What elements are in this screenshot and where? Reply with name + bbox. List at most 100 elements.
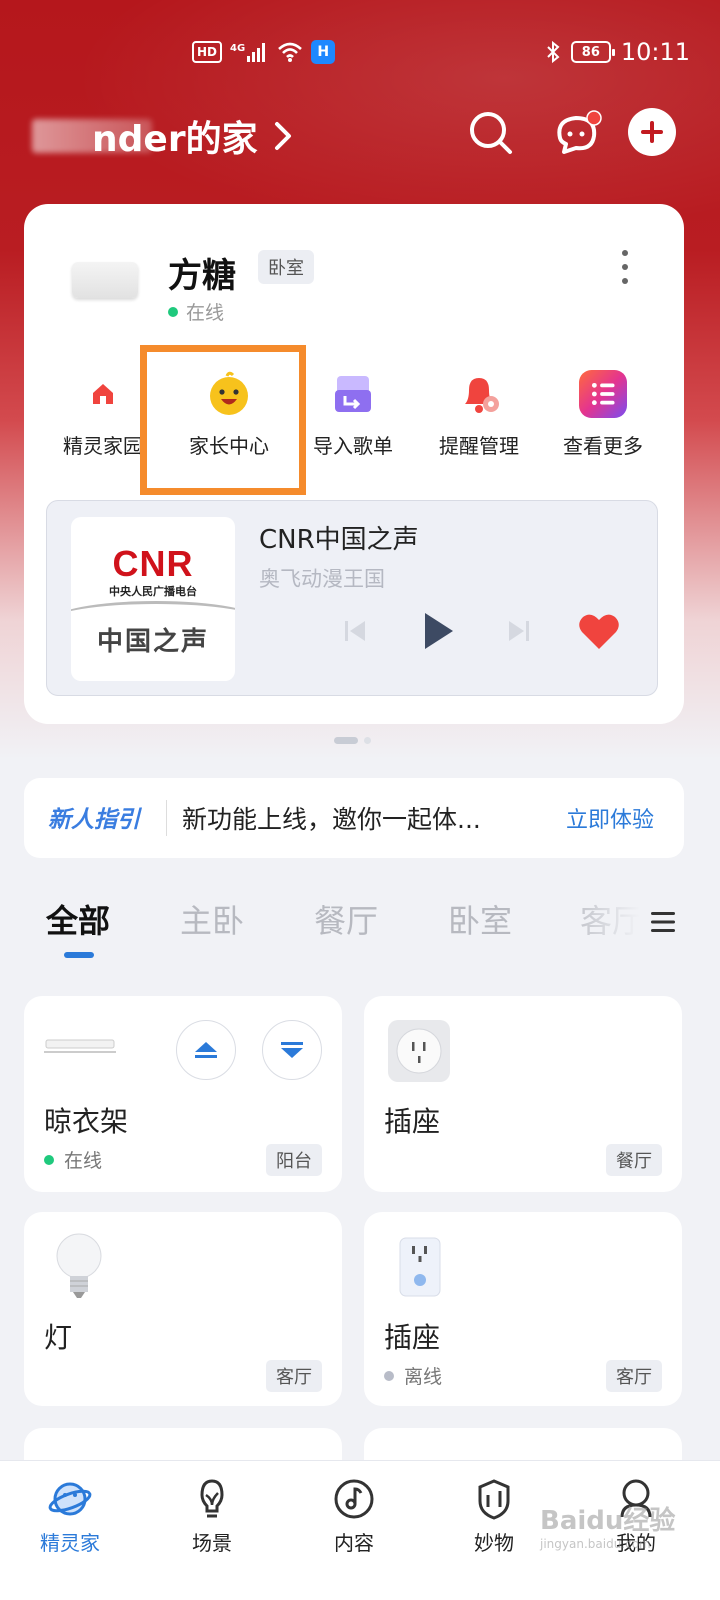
wall-socket-icon <box>399 1237 441 1297</box>
nav-scenes[interactable]: 场景 <box>162 1477 262 1556</box>
try-now-link[interactable]: 立即体验 <box>566 802 654 834</box>
shield-bag-icon <box>478 1479 510 1520</box>
raise-icon <box>195 1042 217 1058</box>
nav-elf-home[interactable]: 精灵家 <box>20 1477 120 1556</box>
planet-icon <box>48 1482 92 1516</box>
shortcut-more[interactable]: 查看更多 <box>538 368 668 459</box>
banner-message: 新功能上线，邀你一起体... <box>182 805 481 834</box>
device-status: 在线 <box>168 298 224 325</box>
app-notification-icon: H <box>311 40 336 64</box>
device-tile-name: 插座 <box>384 1105 441 1138</box>
online-dot <box>44 1154 54 1165</box>
cover-brand: CNR <box>112 543 194 584</box>
track-title: CNR中国之声 <box>259 525 419 555</box>
device-tile-status-label: 在线 <box>64 1150 103 1172</box>
shortcut-label: 查看更多 <box>563 434 643 458</box>
track-subtitle: 奥飞动漫王国 <box>259 567 385 591</box>
tab-master-bedroom[interactable]: 主卧 <box>180 896 244 942</box>
import-playlist-icon <box>335 376 371 412</box>
clock: 10:11 <box>620 38 690 66</box>
previous-track-icon[interactable] <box>337 613 373 649</box>
device-tile[interactable]: 灯 客厅 <box>24 1212 342 1406</box>
guide-tag: 新人指引 <box>48 807 140 833</box>
add-button[interactable] <box>628 108 676 156</box>
device-tile-status-label: 离线 <box>404 1366 443 1388</box>
watermark-text: Baidu经验 <box>540 1506 676 1536</box>
tab-dining[interactable]: 餐厅 <box>314 896 378 942</box>
nav-goods[interactable]: 妙物 <box>444 1477 544 1556</box>
nav-label: 场景 <box>192 1531 232 1555</box>
device-tile-room: 阳台 <box>266 1144 322 1176</box>
scene-bulb-icon <box>200 1479 224 1518</box>
network-label: 4G <box>230 43 246 54</box>
chevron-right-icon <box>274 122 291 150</box>
device-tile-room: 客厅 <box>266 1360 322 1392</box>
clothes-rack-icon <box>44 1039 116 1053</box>
hd-badge: HD <box>192 41 223 63</box>
album-cover: CNR 中央人民广播电台 中国之声 <box>71 517 235 681</box>
play-icon[interactable] <box>415 609 459 653</box>
bell-icon <box>465 378 499 413</box>
heart-icon[interactable] <box>577 611 621 651</box>
bulb-icon <box>56 1233 102 1298</box>
tab-fade <box>560 890 660 940</box>
plus-icon <box>641 121 663 143</box>
newbie-guide-banner[interactable]: 新人指引 新功能上线，邀你一起体... 立即体验 <box>24 778 684 858</box>
device-tile[interactable]: 插座 餐厅 <box>364 996 682 1192</box>
wifi-icon <box>278 42 303 62</box>
device-tile-status: 在线 <box>44 1146 102 1173</box>
battery-indicator: 86 <box>570 41 615 63</box>
home-switcher[interactable]: nder的家 <box>32 110 294 162</box>
watermark: Baidu经验 jingyan.baidu.com <box>540 1500 675 1551</box>
list-more-icon <box>579 370 627 418</box>
device-tile[interactable]: 晾衣架 在线 阳台 <box>24 996 342 1192</box>
device-tile-room: 餐厅 <box>606 1144 662 1176</box>
status-bar: HD 4G H 86 10:11 <box>0 34 720 74</box>
device-tile-room: 客厅 <box>606 1360 662 1392</box>
tab-active-indicator <box>64 952 94 958</box>
device-tile-name: 灯 <box>44 1321 73 1354</box>
cover-subtitle: 中央人民广播电台 <box>109 585 197 598</box>
tab-all[interactable]: 全部 <box>46 896 110 942</box>
menu-icon[interactable] <box>650 910 676 934</box>
nav-content[interactable]: 内容 <box>304 1477 404 1556</box>
socket-icon <box>388 1020 450 1082</box>
tab-bedroom[interactable]: 卧室 <box>448 896 512 942</box>
shortcut-label: 导入歌单 <box>313 434 393 458</box>
raise-button[interactable] <box>176 1020 236 1080</box>
nav-label: 妙物 <box>474 1531 514 1555</box>
nav-label: 精灵家 <box>40 1531 100 1555</box>
chat-icon[interactable] <box>552 108 602 158</box>
online-dot <box>168 306 178 317</box>
redacted-name <box>32 119 152 153</box>
lower-icon <box>281 1042 303 1058</box>
device-status-label: 在线 <box>186 302 225 324</box>
more-options-icon[interactable] <box>620 250 630 284</box>
bluetooth-icon <box>547 40 560 64</box>
lower-button[interactable] <box>262 1020 322 1080</box>
cover-lower-text: 中国之声 <box>96 627 209 657</box>
shortcut-import-playlist[interactable]: 导入歌单 <box>288 368 418 459</box>
device-tile-status: 离线 <box>384 1362 442 1389</box>
signal-icon: 4G <box>230 42 269 62</box>
music-note-icon <box>334 1479 374 1519</box>
device-tile-name: 晾衣架 <box>44 1105 129 1138</box>
nav-label: 内容 <box>334 1531 374 1555</box>
device-card[interactable]: 方糖 卧室 在线 精灵家园 家长中心 导入歌单 提醒管理 查看更多 CNR 中央… <box>24 204 684 724</box>
house-icon <box>93 384 113 404</box>
card-pager <box>334 737 371 744</box>
search-icon[interactable] <box>466 108 516 158</box>
next-track-icon[interactable] <box>501 613 537 649</box>
highlight-annotation <box>140 345 306 495</box>
shortcut-label: 提醒管理 <box>439 434 519 458</box>
device-tile[interactable]: 插座 离线 客厅 <box>364 1212 682 1406</box>
banner-divider <box>166 800 167 836</box>
device-tile-name: 插座 <box>384 1321 441 1354</box>
shortcut-reminders[interactable]: 提醒管理 <box>414 368 544 459</box>
music-player[interactable]: CNR 中央人民广播电台 中国之声 CNR中国之声 奥飞动漫王国 <box>46 500 658 696</box>
offline-dot <box>384 1370 394 1381</box>
speaker-device-image <box>72 262 138 298</box>
device-room-chip: 卧室 <box>258 250 314 284</box>
watermark-url: jingyan.baidu.com <box>540 1537 651 1551</box>
device-name: 方糖 <box>168 256 236 296</box>
